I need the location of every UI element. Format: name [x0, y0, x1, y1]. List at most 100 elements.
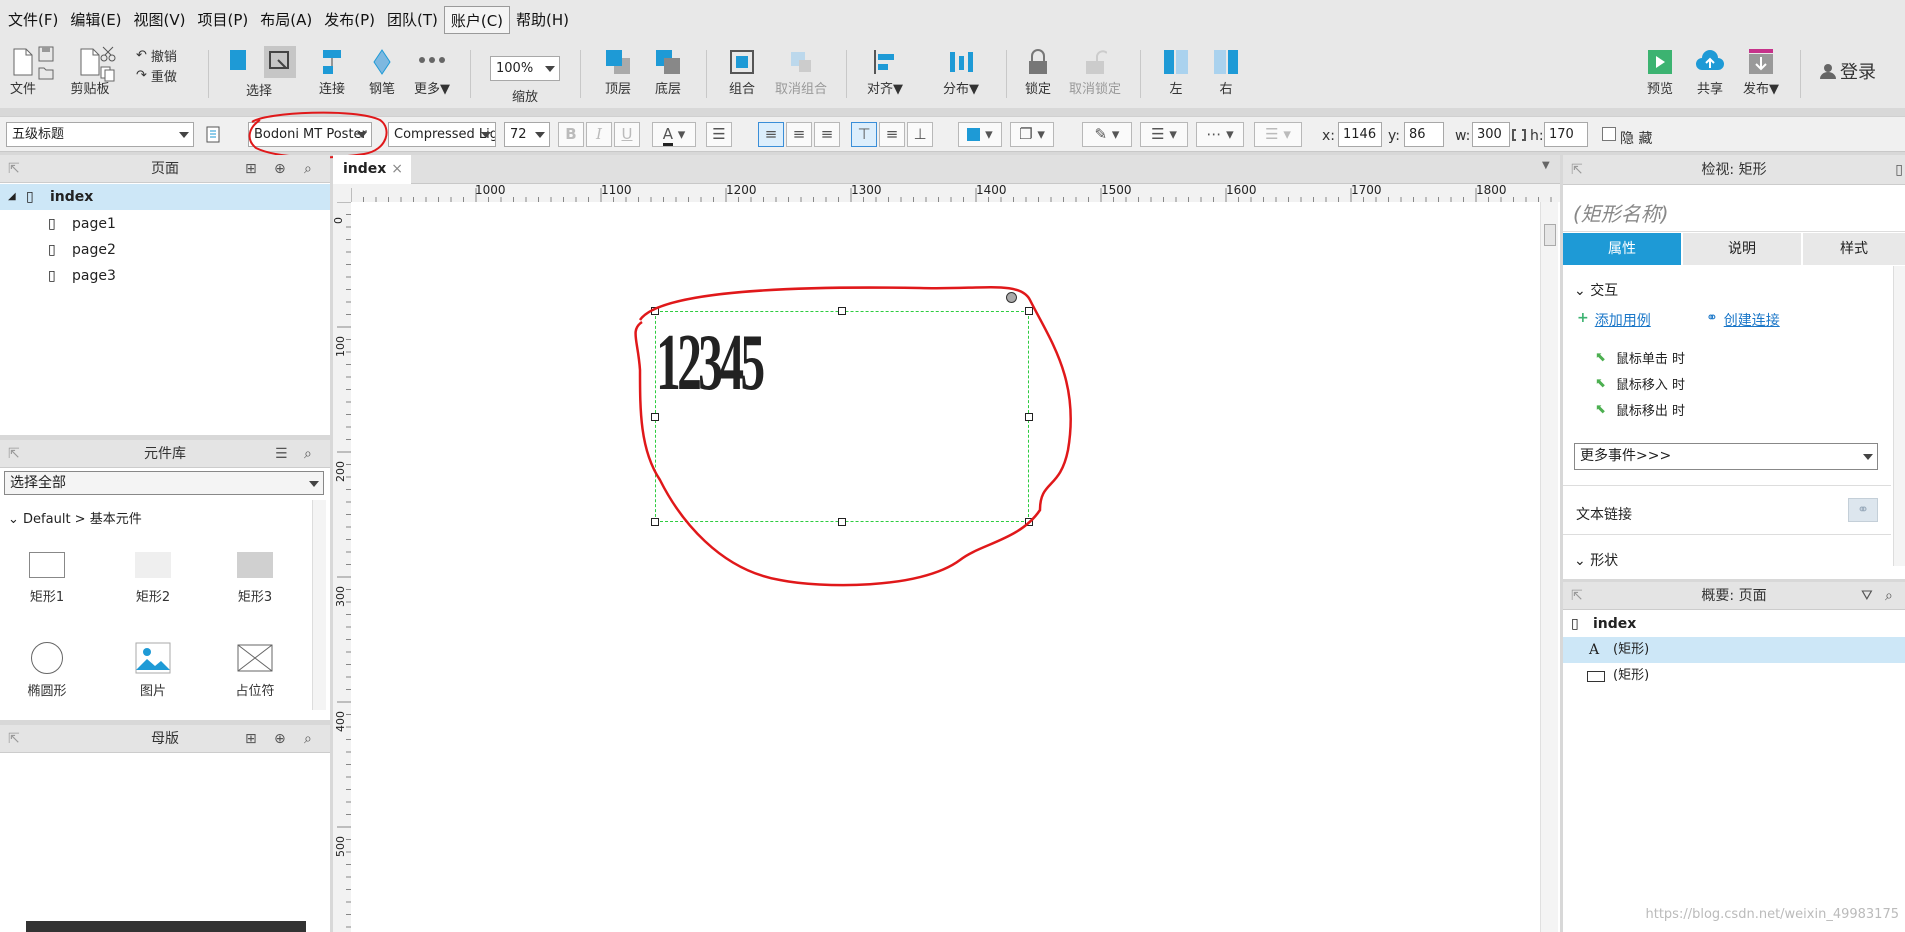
undo-button[interactable]: ↶ 撤销 — [136, 46, 177, 65]
create-link-link[interactable]: ⚭ 创建连接 — [1706, 310, 1780, 330]
notes-icon[interactable]: ▯ — [1895, 155, 1903, 185]
menu-publish[interactable]: 发布(P) — [318, 6, 381, 34]
file-button[interactable]: 文件 — [6, 48, 40, 97]
fill-color-button[interactable]: ▾ — [958, 122, 1002, 147]
page-item-page2[interactable]: ▯ page2 — [0, 237, 330, 263]
menu-help[interactable]: 帮助(H) — [510, 6, 575, 34]
font-weight-select[interactable]: Compressed Light — [388, 122, 496, 147]
inspector-scrollbar[interactable] — [1893, 266, 1905, 566]
preview-button[interactable]: 预览 — [1640, 48, 1680, 97]
bold-button[interactable]: B — [558, 122, 584, 147]
line-color-button[interactable]: ✎ ▾ — [1082, 122, 1132, 147]
tab-properties[interactable]: 属性 — [1563, 233, 1681, 265]
close-icon[interactable]: × — [391, 155, 403, 184]
collapse-icon[interactable]: ⇱ — [8, 440, 20, 468]
add-page-icon[interactable]: ⊞ — [245, 155, 257, 183]
filter-icon[interactable]: ⛛ — [1861, 582, 1873, 610]
group-button[interactable]: 组合 — [720, 48, 764, 97]
menu-file[interactable]: 文件(F) — [2, 6, 64, 34]
cut-icon[interactable] — [100, 46, 116, 62]
outline-item-rect[interactable]: (矩形) — [1563, 663, 1905, 689]
align-left-text-button[interactable]: ≡ — [758, 122, 784, 147]
page-item-index[interactable]: ◢ ▯ index — [0, 184, 330, 210]
canvas-scrollbar[interactable] — [1540, 202, 1558, 932]
event-on-mouse-enter[interactable]: ⬉ 鼠标移入 时 — [1595, 374, 1685, 393]
redo-button[interactable]: ↷ 重做 — [136, 66, 177, 85]
valign-bottom-button[interactable]: ⊥ — [907, 122, 933, 147]
interaction-section[interactable]: ⌄ 交互 — [1574, 280, 1618, 300]
menu-edit[interactable]: 编辑(E) — [64, 6, 127, 34]
send-to-back-button[interactable]: 底层 — [646, 48, 690, 97]
line-width-button[interactable]: ☰ ▾ — [1140, 122, 1188, 147]
login-button[interactable]: 登录 — [1820, 58, 1876, 84]
menu-team[interactable]: 团队(T) — [381, 6, 444, 34]
shape-section[interactable]: ⌄ 形状 — [1574, 550, 1618, 570]
search-icon[interactable]: ⌕ — [304, 155, 312, 183]
line-style-button[interactable]: ⋯ ▾ — [1196, 122, 1244, 147]
left-panel-toggle[interactable]: 左 — [1154, 48, 1198, 97]
collapse-triangle-icon[interactable]: ◢ — [8, 184, 16, 210]
widget-image[interactable]: 图片 — [108, 642, 198, 699]
collapse-icon[interactable]: ⇱ — [1571, 155, 1583, 185]
widget-placeholder[interactable]: 占位符 — [210, 642, 300, 699]
collapse-icon[interactable]: ⇱ — [1571, 582, 1583, 610]
scrollbar-thumb[interactable] — [1544, 224, 1556, 246]
text-link-button[interactable]: ⚭ — [1848, 498, 1878, 522]
page-item-page3[interactable]: ▯ page3 — [0, 263, 330, 289]
italic-button[interactable]: I — [586, 122, 612, 147]
style-manager-icon[interactable] — [205, 126, 223, 144]
connect-tool[interactable]: 连接 — [312, 48, 352, 97]
widget-rect1[interactable]: 矩形1 — [2, 552, 92, 605]
valign-top-button[interactable]: ⊤ — [851, 122, 877, 147]
tab-style[interactable]: 样式 — [1803, 233, 1905, 265]
menu-project[interactable]: 项目(P) — [192, 6, 255, 34]
share-button[interactable]: 共享 — [1690, 48, 1730, 97]
outline-item-text-rect[interactable]: A (矩形) — [1563, 637, 1905, 663]
h-input[interactable]: 170 — [1544, 122, 1588, 147]
arrow-style-button[interactable]: ☰ ▾ — [1254, 122, 1302, 147]
unlock-button[interactable]: 取消锁定 — [1064, 48, 1126, 97]
bullet-list-button[interactable]: ☰ — [706, 122, 732, 147]
x-input[interactable]: 1146 — [1338, 122, 1382, 147]
right-panel-toggle[interactable]: 右 — [1204, 48, 1248, 97]
library-filter-select[interactable]: 选择全部 — [4, 471, 324, 495]
underline-button[interactable]: U — [614, 122, 640, 147]
ungroup-button[interactable]: 取消组合 — [770, 48, 832, 97]
widget-rect3[interactable]: 矩形3 — [210, 552, 300, 605]
add-master-icon[interactable]: ⊞ — [245, 725, 257, 753]
distribute-button[interactable]: 分布▼ — [936, 48, 986, 97]
select-tool[interactable]: 选择 — [222, 46, 296, 99]
more-events-select[interactable]: 更多事件>>> — [1574, 443, 1878, 470]
aspect-lock-icon[interactable] — [1512, 129, 1526, 141]
align-center-text-button[interactable]: ≡ — [786, 122, 812, 147]
font-color-button[interactable]: A ▾ — [652, 122, 696, 147]
w-input[interactable]: 300 — [1472, 122, 1510, 147]
align-button[interactable]: 对齐▼ — [860, 48, 910, 97]
widget-rect2[interactable]: 矩形2 — [108, 552, 198, 605]
widget-ellipse[interactable]: 椭圆形 — [2, 642, 92, 699]
event-on-mouse-out[interactable]: ⬉ 鼠标移出 时 — [1595, 400, 1685, 419]
search-icon[interactable]: ⌕ — [304, 725, 312, 753]
menu-view[interactable]: 视图(V) — [128, 6, 192, 34]
menu-icon[interactable]: ☰ — [275, 440, 288, 468]
more-tools-button[interactable]: 更多▼ — [410, 48, 454, 97]
bring-to-front-button[interactable]: 顶层 — [596, 48, 640, 97]
tab-dropdown-icon[interactable]: ▼ — [1542, 160, 1550, 171]
align-right-text-button[interactable]: ≡ — [814, 122, 840, 147]
style-select[interactable]: 五级标题 — [6, 122, 194, 147]
save-icon[interactable] — [38, 46, 54, 62]
add-folder-icon[interactable]: ⊕ — [274, 155, 286, 183]
shape-name-input[interactable]: (矩形名称) — [1563, 186, 1905, 232]
menu-layout[interactable]: 布局(A) — [254, 6, 318, 34]
tab-notes[interactable]: 说明 — [1683, 233, 1801, 265]
add-case-link[interactable]: + 添加用例 — [1577, 310, 1651, 330]
zoom-select[interactable]: 100% — [490, 56, 560, 81]
y-input[interactable]: 86 — [1404, 122, 1444, 147]
copy-icon[interactable] — [100, 66, 116, 82]
page-item-page1[interactable]: ▯ page1 — [0, 211, 330, 237]
open-folder-icon[interactable] — [38, 66, 54, 80]
shadow-button[interactable]: ❐ ▾ — [1010, 122, 1054, 147]
search-icon[interactable]: ⌕ — [1885, 582, 1893, 610]
font-size-select[interactable]: 72 — [504, 122, 550, 147]
pen-tool[interactable]: 钢笔 — [362, 48, 402, 97]
